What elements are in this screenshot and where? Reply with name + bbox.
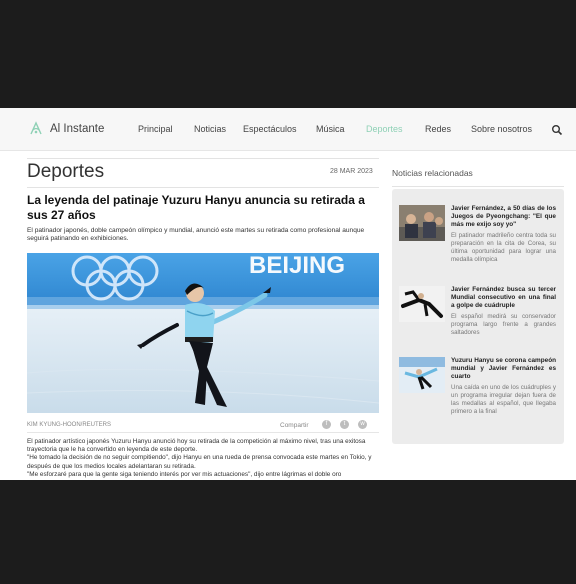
nav-item-espectaculos[interactable]: Espectáculos	[243, 124, 297, 134]
nav-item-principal[interactable]: Principal	[138, 124, 173, 134]
whatsapp-icon[interactable]: w	[358, 420, 367, 429]
related-description: Una caída en uno de los cuádruples y un …	[451, 384, 556, 415]
site-header: Al Instante Principal Noticias Espectácu…	[0, 108, 576, 151]
photo-credit: KIM KYUNG-HOON/REUTERS	[27, 422, 112, 428]
page: Al Instante Principal Noticias Espectácu…	[0, 108, 576, 480]
article-lead: El patinador japonés, doble campeón olím…	[27, 227, 365, 242]
divider	[392, 186, 564, 187]
section-title: Deportes	[27, 161, 105, 182]
related-thumbnail[interactable]	[399, 205, 445, 241]
body-paragraph: El patinador artístico japonés Yuzuru Ha…	[27, 438, 366, 454]
related-title[interactable]: Javier Fernández busca su tercer Mundial…	[451, 286, 556, 311]
article-headline: La leyenda del patinaje Yuzuru Hanyu anu…	[27, 193, 365, 222]
related-title[interactable]: Javier Fernández, a 50 días de los Juego…	[451, 205, 556, 230]
related-title[interactable]: Yuzuru Hanyu se corona campeón mundial y…	[451, 357, 556, 382]
nav-item-noticias[interactable]: Noticias	[194, 124, 226, 134]
divider	[27, 432, 379, 433]
related-description: El patinador madrileño centra toda su pr…	[451, 232, 556, 263]
divider	[27, 158, 379, 159]
article-date: 28 MAR 2023	[330, 168, 373, 175]
site-logo[interactable]: Al Instante	[28, 121, 104, 137]
logo-text: Al Instante	[50, 123, 105, 135]
article-photo: BEIJING	[27, 253, 379, 413]
related-thumbnail[interactable]	[399, 286, 445, 322]
nav-item-deportes[interactable]: Deportes	[366, 124, 403, 134]
body-paragraph: "Me esforzaré para que la gente siga ten…	[27, 470, 342, 478]
nav-item-sobre-nosotros[interactable]: Sobre nosotros	[471, 124, 532, 134]
article-body: El patinador artístico japonés Yuzuru Ha…	[27, 438, 379, 479]
photo-banner-text: BEIJING	[249, 253, 345, 279]
nav-item-musica[interactable]: Música	[316, 124, 345, 134]
sidebar-title: Noticias relacionadas	[392, 168, 473, 178]
search-icon[interactable]	[551, 123, 563, 136]
share-label: Compartir	[280, 422, 309, 429]
nav-item-redes[interactable]: Redes	[425, 124, 451, 134]
related-description: El español medirá su conservador program…	[451, 313, 556, 336]
related-thumbnail[interactable]	[399, 357, 445, 393]
facebook-icon[interactable]: f	[322, 420, 331, 429]
divider	[27, 187, 379, 188]
twitter-icon[interactable]: t	[340, 420, 349, 429]
body-paragraph: "He tomado la decisión de no seguir comp…	[27, 454, 372, 470]
logo-icon	[28, 121, 44, 137]
